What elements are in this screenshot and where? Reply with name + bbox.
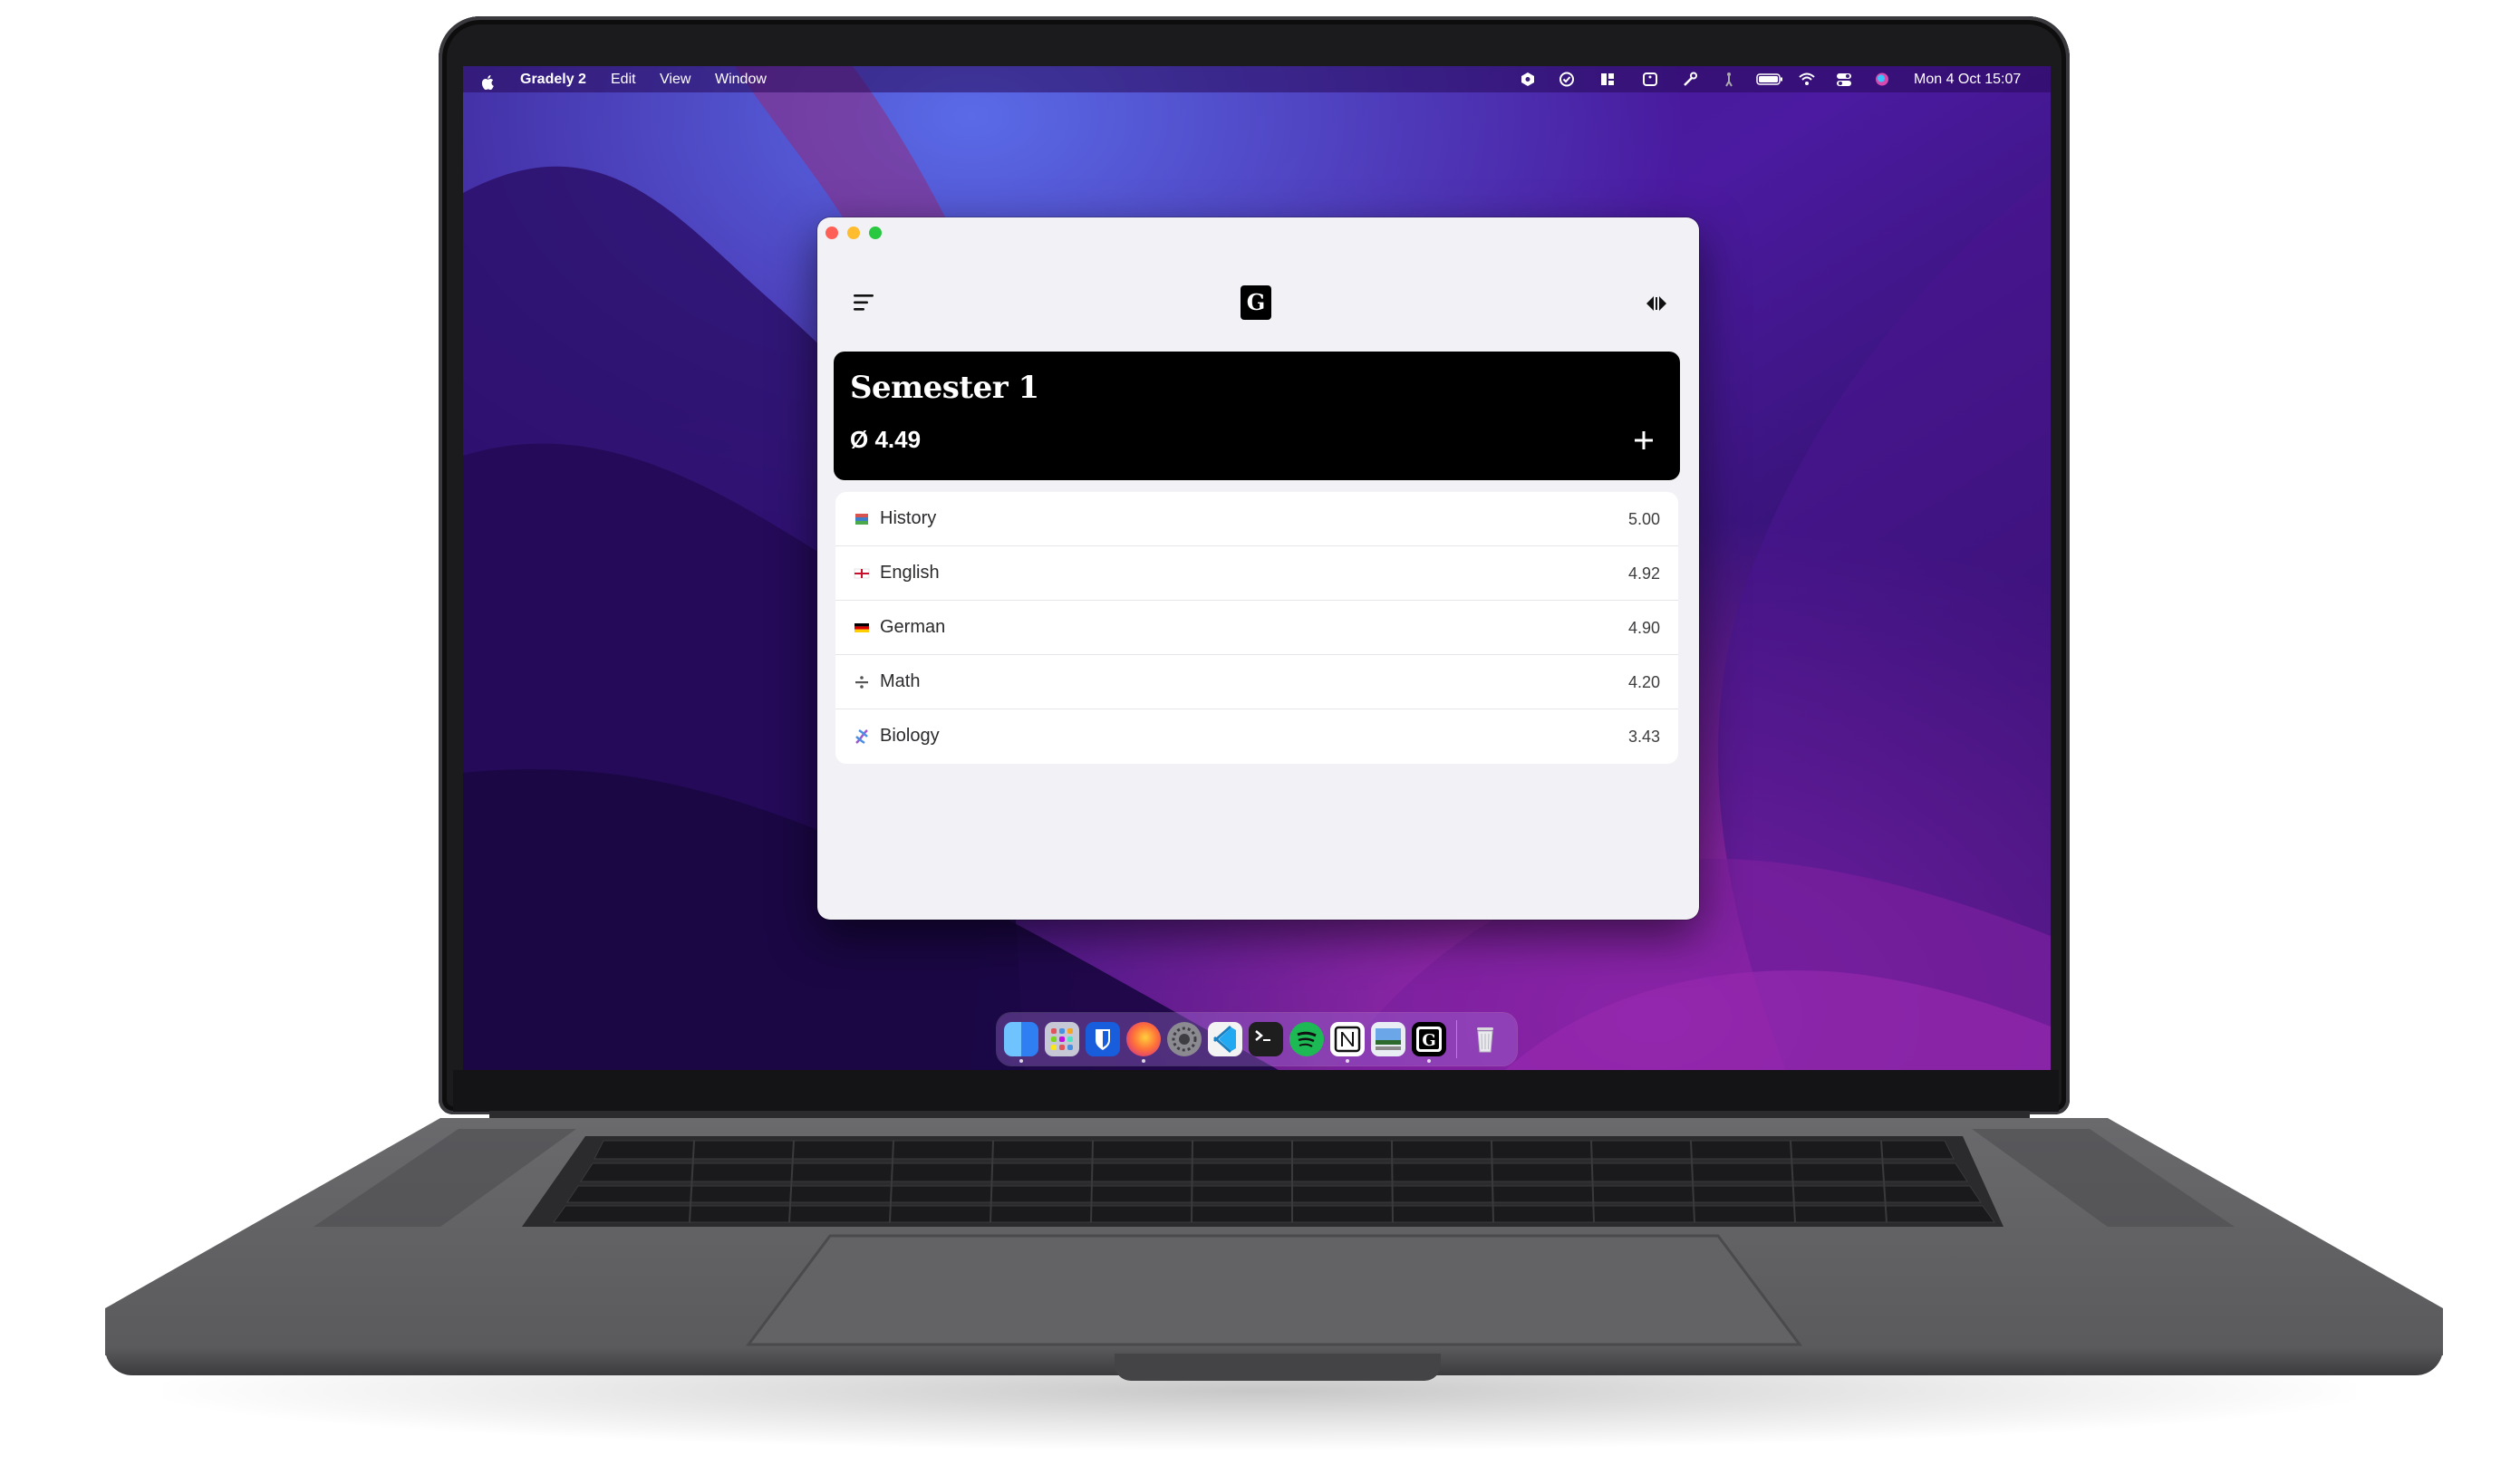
sidebar-icon[interactable] bbox=[1642, 72, 1658, 87]
subject-name: German bbox=[880, 617, 946, 637]
control-center-icon[interactable] bbox=[1836, 72, 1852, 87]
subject-grade: 4.20 bbox=[1627, 673, 1660, 691]
launchpad-icon[interactable] bbox=[1045, 1022, 1079, 1056]
previous-next-arrows-icon[interactable] bbox=[1645, 294, 1668, 313]
gradely-window: G Semester 1 Ø 4.49 History 5.00 English… bbox=[817, 217, 1699, 920]
books-icon bbox=[855, 514, 868, 525]
running-indicator bbox=[1142, 1059, 1145, 1063]
tools-icon[interactable] bbox=[1682, 72, 1698, 87]
subject-grade: 4.90 bbox=[1627, 619, 1660, 637]
divide-icon bbox=[855, 676, 868, 689]
subject-name: History bbox=[880, 508, 937, 528]
german-flag-icon bbox=[854, 623, 869, 632]
view-menu[interactable]: View bbox=[660, 66, 690, 92]
running-indicator bbox=[1427, 1059, 1431, 1063]
hamburger-menu-icon[interactable] bbox=[854, 294, 875, 311]
window-menu[interactable]: Window bbox=[715, 66, 767, 92]
subject-grade: 4.92 bbox=[1627, 564, 1660, 583]
accessibility-icon[interactable] bbox=[1721, 72, 1737, 87]
subject-name: Biology bbox=[880, 726, 940, 746]
screen: Gradely 2 Edit View Window Mon 4 Oct 15:… bbox=[463, 66, 2051, 1070]
app-menu[interactable]: Gradely 2 bbox=[520, 66, 586, 92]
notion-icon[interactable] bbox=[1330, 1022, 1365, 1056]
minimize-button[interactable] bbox=[847, 227, 860, 239]
firefox-icon[interactable] bbox=[1126, 1022, 1161, 1056]
svg-text:G: G bbox=[1422, 1031, 1435, 1050]
running-indicator bbox=[1346, 1059, 1349, 1063]
semester-average: Ø 4.49 bbox=[850, 426, 922, 453]
trash-icon[interactable] bbox=[1468, 1022, 1502, 1056]
gradely-logo: G bbox=[1241, 285, 1271, 320]
siri-icon[interactable] bbox=[1874, 72, 1890, 87]
subject-name: Math bbox=[880, 671, 921, 691]
subject-row-english[interactable]: English 4.92 bbox=[835, 546, 1678, 601]
subject-name: English bbox=[880, 563, 940, 583]
widgets-icon[interactable] bbox=[1599, 72, 1616, 87]
apple-logo-icon[interactable] bbox=[481, 72, 494, 99]
gradely-icon[interactable]: G bbox=[1412, 1022, 1446, 1056]
subject-row-math[interactable]: Math 4.20 bbox=[835, 655, 1678, 709]
spotify-icon[interactable] bbox=[1289, 1022, 1324, 1056]
check-circle-icon[interactable] bbox=[1559, 72, 1575, 87]
screen-bezel-bottom bbox=[453, 1070, 2059, 1112]
wifi-icon[interactable] bbox=[1799, 72, 1815, 87]
subject-grade: 3.43 bbox=[1627, 728, 1660, 746]
running-indicator bbox=[1019, 1059, 1023, 1063]
subject-row-history[interactable]: History 5.00 bbox=[835, 492, 1678, 546]
subject-grade: 5.00 bbox=[1627, 510, 1660, 528]
system-preferences-icon[interactable] bbox=[1167, 1022, 1202, 1056]
terminal-icon[interactable] bbox=[1249, 1022, 1283, 1056]
dna-icon bbox=[855, 728, 868, 745]
uk-flag-icon bbox=[854, 568, 870, 579]
dock: G bbox=[997, 1013, 1517, 1065]
dock-divider bbox=[1456, 1020, 1457, 1058]
laptop-base bbox=[105, 1118, 2443, 1355]
edit-menu[interactable]: Edit bbox=[611, 66, 636, 92]
finder-icon[interactable] bbox=[1004, 1022, 1038, 1056]
menu-bar: Gradely 2 Edit View Window Mon 4 Oct 15:… bbox=[463, 66, 2051, 92]
zoom-button[interactable] bbox=[869, 227, 882, 239]
subject-row-biology[interactable]: Biology 3.43 bbox=[835, 709, 1678, 764]
laptop-opening-notch bbox=[1115, 1354, 1441, 1381]
semester-title: Semester 1 bbox=[850, 370, 1039, 406]
subject-list: History 5.00 English 4.92 German 4.90 Ma… bbox=[835, 492, 1678, 764]
preview-icon[interactable] bbox=[1371, 1022, 1405, 1056]
subject-row-german[interactable]: German 4.90 bbox=[835, 601, 1678, 655]
vscode-icon[interactable] bbox=[1208, 1022, 1242, 1056]
close-button[interactable] bbox=[826, 227, 838, 239]
battery-icon[interactable] bbox=[1756, 72, 1783, 87]
semester-card[interactable]: Semester 1 Ø 4.49 bbox=[834, 352, 1680, 480]
clock[interactable]: Mon 4 Oct 15:07 bbox=[1914, 66, 2021, 92]
shield-icon[interactable] bbox=[1520, 72, 1536, 87]
plus-icon[interactable] bbox=[1633, 429, 1655, 451]
logo-letter: G bbox=[1246, 289, 1266, 315]
bitwarden-icon[interactable] bbox=[1086, 1022, 1120, 1056]
